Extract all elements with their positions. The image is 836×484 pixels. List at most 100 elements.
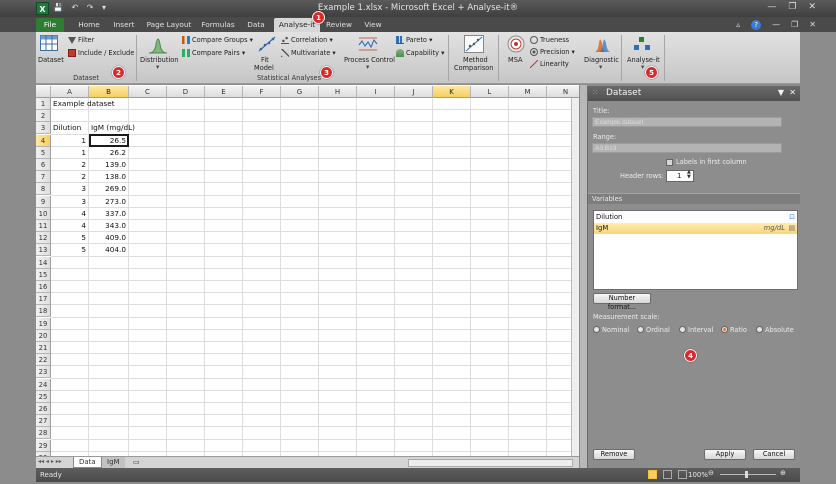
filter-button[interactable]: Filter	[68, 36, 94, 44]
tab-formulas[interactable]: Formulas	[199, 18, 237, 32]
capability-button[interactable]: Capability ▾	[396, 49, 444, 57]
row-header-25[interactable]: 25	[36, 390, 51, 403]
tab-view[interactable]: View	[360, 18, 386, 32]
horizontal-scrollbar[interactable]	[408, 459, 573, 467]
sheet-tab-data[interactable]: Data	[73, 457, 102, 468]
cell-B13[interactable]: 404.0	[91, 244, 128, 256]
cell-A9[interactable]: 3	[53, 196, 88, 208]
row-header-8[interactable]: 8	[36, 183, 51, 196]
row-header-27[interactable]: 27	[36, 415, 51, 428]
column-header-H[interactable]: H	[319, 86, 357, 98]
radio-interval[interactable]	[679, 326, 686, 333]
row-header-29[interactable]: 29	[36, 439, 51, 452]
row-header-21[interactable]: 21	[36, 342, 51, 354]
distribution-icon[interactable]	[148, 34, 168, 54]
row-header-11[interactable]: 11	[36, 220, 51, 232]
pareto-button[interactable]: Pareto ▾	[396, 36, 432, 44]
row-header-1[interactable]: 1	[36, 98, 51, 110]
cell-B6[interactable]: 139.0	[91, 159, 128, 171]
normal-view-icon[interactable]	[648, 470, 657, 479]
chevron-down-icon[interactable]: ▾	[641, 63, 644, 71]
radio-ordinal[interactable]	[637, 326, 644, 333]
row-header-4[interactable]: 4	[36, 134, 51, 147]
zoom-slider-thumb[interactable]	[745, 471, 748, 478]
dataset-button[interactable]: Dataset	[38, 56, 64, 64]
cell-B11[interactable]: 343.0	[91, 220, 128, 232]
tab-home[interactable]: Home	[74, 18, 104, 32]
column-header-A[interactable]: A	[51, 86, 89, 98]
range-input[interactable]	[592, 143, 782, 153]
cell-A10[interactable]: 4	[53, 208, 88, 220]
zoom-slider[interactable]	[720, 474, 776, 475]
cell-A4[interactable]: 1	[53, 135, 88, 147]
include-exclude-button[interactable]: Include / Exclude	[68, 49, 134, 57]
title-input[interactable]	[592, 117, 782, 127]
page-break-view-icon[interactable]	[678, 470, 687, 479]
tab-review[interactable]: Review	[324, 18, 354, 32]
cell-B12[interactable]: 409.0	[91, 232, 128, 244]
apply-button[interactable]: Apply	[704, 449, 746, 460]
column-header-D[interactable]: D	[167, 86, 205, 98]
column-header-M[interactable]: M	[509, 86, 547, 98]
row-header-19[interactable]: 19	[36, 317, 51, 330]
minimize-icon[interactable]: —	[772, 20, 780, 30]
msa-button[interactable]: MSA	[508, 56, 523, 64]
cell-A1[interactable]: Example dataset	[53, 98, 115, 110]
cell-A12[interactable]: 5	[53, 232, 88, 244]
collapse-ribbon-icon[interactable]: ▵	[736, 20, 740, 30]
chevron-down-icon[interactable]: ▾	[156, 63, 159, 71]
dataset-table-icon[interactable]	[40, 35, 58, 51]
trueness-button[interactable]: Trueness	[530, 36, 569, 44]
fit-model-label[interactable]: Fit	[261, 56, 269, 64]
row-header-9[interactable]: 9	[36, 195, 51, 208]
linearity-button[interactable]: Linearity	[530, 60, 569, 68]
vertical-scrollbar[interactable]	[571, 98, 579, 468]
list-item[interactable]: IgM mg/dL ▤	[594, 223, 797, 234]
row-header-10[interactable]: 10	[36, 207, 51, 220]
cell-A3[interactable]: Dilution	[53, 122, 88, 134]
row-header-28[interactable]: 28	[36, 427, 51, 440]
cell-A5[interactable]: 1	[53, 147, 88, 159]
zoom-out-icon[interactable]: ⊖	[708, 469, 714, 477]
msa-icon[interactable]	[507, 35, 525, 53]
row-header-14[interactable]: 14	[36, 256, 51, 269]
row-header-26[interactable]: 26	[36, 403, 51, 415]
cell-B8[interactable]: 269.0	[91, 183, 128, 195]
cancel-button[interactable]: Cancel	[753, 449, 795, 460]
correlation-button[interactable]: Correlation ▾	[281, 36, 333, 44]
radio-nominal[interactable]	[593, 326, 600, 333]
column-header-L[interactable]: L	[471, 86, 509, 98]
cell-A8[interactable]: 3	[53, 183, 88, 195]
diagnostic-icon[interactable]	[592, 35, 612, 53]
cell-B7[interactable]: 138.0	[91, 171, 128, 183]
select-all-corner[interactable]	[36, 86, 51, 98]
method-comparison-icon[interactable]	[464, 35, 484, 53]
restore-icon[interactable]: ❐	[788, 2, 796, 12]
tab-insert[interactable]: Insert	[110, 18, 138, 32]
radio-ratio[interactable]	[721, 326, 728, 333]
tab-page-layout[interactable]: Page Layout	[144, 18, 194, 32]
task-pane-menu-icon[interactable]: ▼	[778, 88, 784, 97]
row-header-5[interactable]: 5	[36, 146, 51, 159]
remove-button[interactable]: Remove	[593, 449, 635, 460]
cell-B3[interactable]: IgM (mg/dL)	[91, 122, 135, 134]
insert-sheet-icon[interactable]: ▭	[128, 457, 145, 468]
tab-file[interactable]: File	[36, 18, 64, 32]
row-header-15[interactable]: 15	[36, 268, 51, 281]
cell-B10[interactable]: 337.0	[91, 208, 128, 220]
close-icon[interactable]: ✕	[809, 20, 816, 30]
row-header-24[interactable]: 24	[36, 378, 51, 391]
row-header-22[interactable]: 22	[36, 354, 51, 367]
variables-list[interactable]: Dilution ⊡ IgM mg/dL ▤	[593, 210, 798, 290]
precision-button[interactable]: Precision ▾	[530, 48, 575, 56]
fit-model-label2[interactable]: Model	[254, 64, 274, 72]
sheet-tab-igm[interactable]: IgM	[102, 457, 125, 468]
row-header-17[interactable]: 17	[36, 293, 51, 306]
row-header-12[interactable]: 12	[36, 232, 51, 245]
list-item[interactable]: Dilution ⊡	[594, 212, 797, 223]
row-header-6[interactable]: 6	[36, 159, 51, 171]
zoom-level[interactable]: 100%	[688, 471, 708, 479]
number-format-button[interactable]: Number format...	[593, 293, 651, 311]
method-comparison-label[interactable]: Method	[463, 56, 488, 64]
radio-absolute[interactable]	[756, 326, 763, 333]
